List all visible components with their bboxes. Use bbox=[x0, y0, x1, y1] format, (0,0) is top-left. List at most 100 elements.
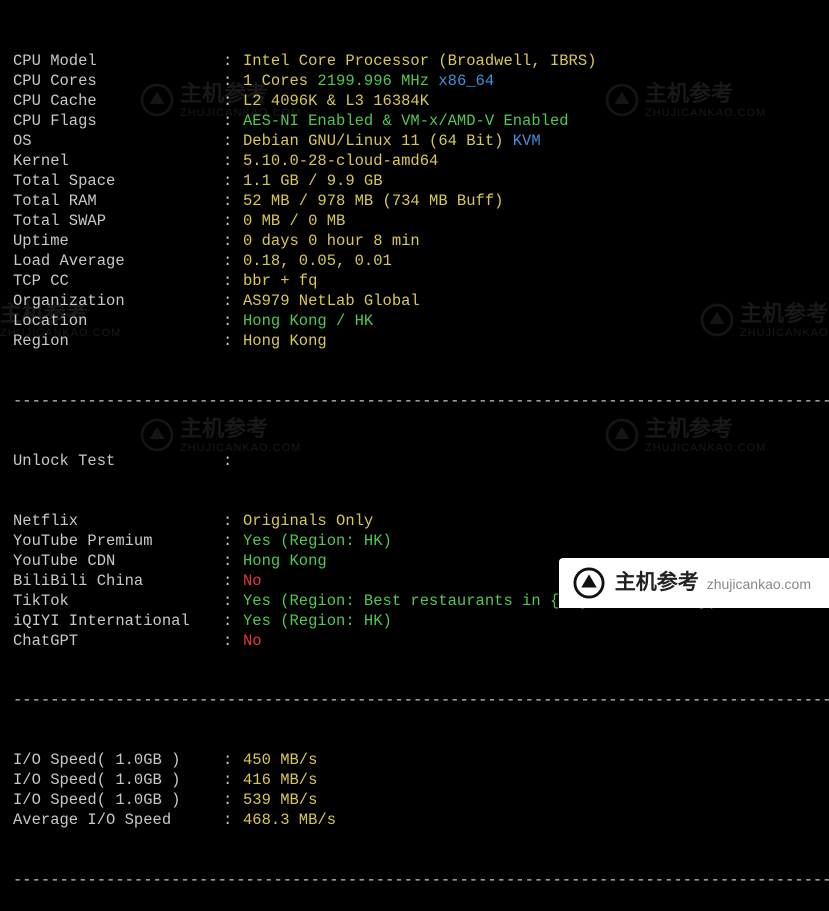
row-label: Kernel bbox=[13, 152, 223, 172]
info-row: CPU Cache: L2 4096K & L3 16384K bbox=[13, 92, 829, 112]
system-info-block: CPU Model: Intel Core Processor (Broadwe… bbox=[13, 52, 829, 352]
row-value-part: 2199.996 MHz bbox=[317, 72, 429, 90]
info-row: iQIYI International: Yes (Region: HK) bbox=[13, 612, 829, 632]
row-value: 0 MB / 0 MB bbox=[243, 212, 345, 230]
row-label: CPU Model bbox=[13, 52, 223, 72]
row-label: iQIYI International bbox=[13, 612, 223, 632]
info-row: TCP CC: bbr + fq bbox=[13, 272, 829, 292]
separator: : bbox=[223, 232, 243, 252]
separator: : bbox=[223, 152, 243, 172]
separator: : bbox=[223, 592, 243, 612]
brand-name-cn: 主机参考 bbox=[615, 569, 699, 596]
info-row: Uptime: 0 days 0 hour 8 min bbox=[13, 232, 829, 252]
row-label: Location bbox=[13, 312, 223, 332]
separator: : bbox=[223, 272, 243, 292]
footer-brand-badge: 主机参考 zhujicankao.com bbox=[559, 558, 829, 608]
row-label: Total RAM bbox=[13, 192, 223, 212]
separator: : bbox=[223, 52, 243, 72]
row-label: YouTube Premium bbox=[13, 532, 223, 552]
info-row: Total Space: 1.1 GB / 9.9 GB bbox=[13, 172, 829, 192]
brand-logo-icon bbox=[573, 567, 605, 599]
info-row: Average I/O Speed: 468.3 MB/s bbox=[13, 811, 829, 831]
separator: : bbox=[223, 632, 243, 652]
row-value-part: Debian GNU/Linux 11 (64 Bit) bbox=[243, 132, 503, 150]
row-label: CPU Flags bbox=[13, 112, 223, 132]
row-value: 1.1 GB / 9.9 GB bbox=[243, 172, 383, 190]
row-label: I/O Speed( 1.0GB ) bbox=[13, 771, 223, 791]
separator: : bbox=[223, 172, 243, 192]
separator: : bbox=[223, 312, 243, 332]
row-label: Average I/O Speed bbox=[13, 811, 223, 831]
row-value: Hong Kong bbox=[243, 332, 327, 350]
row-label: Total Space bbox=[13, 172, 223, 192]
info-row: CPU Flags: AES-NI Enabled & VM-x/AMD-V E… bbox=[13, 112, 829, 132]
info-row: Kernel: 5.10.0-28-cloud-amd64 bbox=[13, 152, 829, 172]
row-label: Region bbox=[13, 332, 223, 352]
row-label: TikTok bbox=[13, 592, 223, 612]
row-value: 539 MB/s bbox=[243, 791, 317, 809]
row-value: Yes (Region: HK) bbox=[243, 612, 392, 630]
row-value-part: x86_64 bbox=[429, 72, 494, 90]
separator: : bbox=[223, 332, 243, 352]
info-row: OS: Debian GNU/Linux 11 (64 Bit) KVM bbox=[13, 132, 829, 152]
separator: : bbox=[223, 92, 243, 112]
row-value: Yes (Region: HK) bbox=[243, 532, 392, 550]
row-label: I/O Speed( 1.0GB ) bbox=[13, 751, 223, 771]
unlock-header-row: Unlock Test: bbox=[13, 452, 829, 472]
row-label: TCP CC bbox=[13, 272, 223, 292]
info-row: Load Average: 0.18, 0.05, 0.01 bbox=[13, 252, 829, 272]
info-row: YouTube Premium: Yes (Region: HK) bbox=[13, 532, 829, 552]
separator: : bbox=[223, 292, 243, 312]
separator: : bbox=[223, 132, 243, 152]
info-row: CPU Cores: 1 Cores 2199.996 MHz x86_64 bbox=[13, 72, 829, 92]
separator: : bbox=[223, 552, 243, 572]
row-label: Uptime bbox=[13, 232, 223, 252]
brand-domain: zhujicankao.com bbox=[707, 575, 811, 593]
separator: : bbox=[223, 112, 243, 132]
info-row: Netflix: Originals Only bbox=[13, 512, 829, 532]
row-value: L2 4096K & L3 16384K bbox=[243, 92, 429, 110]
separator: : bbox=[223, 811, 243, 831]
info-row: Total RAM: 52 MB / 978 MB (734 MB Buff) bbox=[13, 192, 829, 212]
row-label: ChatGPT bbox=[13, 632, 223, 652]
terminal-output: CPU Model: Intel Core Processor (Broadwe… bbox=[0, 0, 829, 911]
row-value-part: 1 Cores bbox=[243, 72, 317, 90]
info-row: Region: Hong Kong bbox=[13, 332, 829, 352]
row-value: 450 MB/s bbox=[243, 751, 317, 769]
separator: : bbox=[223, 612, 243, 632]
row-label: Total SWAP bbox=[13, 212, 223, 232]
separator: : bbox=[223, 192, 243, 212]
separator: : bbox=[223, 252, 243, 272]
row-label: YouTube CDN bbox=[13, 552, 223, 572]
divider: ----------------------------------------… bbox=[13, 392, 829, 412]
separator: : bbox=[223, 532, 243, 552]
row-value: Intel Core Processor (Broadwell, IBRS) bbox=[243, 52, 596, 70]
divider: ----------------------------------------… bbox=[13, 871, 829, 891]
row-value: Hong Kong bbox=[243, 552, 327, 570]
separator: : bbox=[223, 72, 243, 92]
row-label: OS bbox=[13, 132, 223, 152]
separator: : bbox=[223, 452, 243, 472]
row-label: Netflix bbox=[13, 512, 223, 532]
row-label: Load Average bbox=[13, 252, 223, 272]
row-value-part: KVM bbox=[503, 132, 540, 150]
io-speed-block: I/O Speed( 1.0GB ): 450 MB/sI/O Speed( 1… bbox=[13, 751, 829, 831]
row-value: Hong Kong / HK bbox=[243, 312, 373, 330]
separator: : bbox=[223, 212, 243, 232]
row-value: 5.10.0-28-cloud-amd64 bbox=[243, 152, 438, 170]
separator: : bbox=[223, 791, 243, 811]
row-value: No bbox=[243, 632, 262, 650]
info-row: ChatGPT: No bbox=[13, 632, 829, 652]
row-value: 468.3 MB/s bbox=[243, 811, 336, 829]
row-label: Organization bbox=[13, 292, 223, 312]
info-row: I/O Speed( 1.0GB ): 539 MB/s bbox=[13, 791, 829, 811]
row-value: 52 MB / 978 MB (734 MB Buff) bbox=[243, 192, 503, 210]
section-label: Unlock Test bbox=[13, 452, 223, 472]
row-value: AES-NI Enabled & VM-x/AMD-V Enabled bbox=[243, 112, 569, 130]
separator: : bbox=[223, 512, 243, 532]
info-row: I/O Speed( 1.0GB ): 450 MB/s bbox=[13, 751, 829, 771]
row-value: No bbox=[243, 572, 262, 590]
row-value: 0 days 0 hour 8 min bbox=[243, 232, 420, 250]
info-row: Total SWAP: 0 MB / 0 MB bbox=[13, 212, 829, 232]
row-value: AS979 NetLab Global bbox=[243, 292, 420, 310]
